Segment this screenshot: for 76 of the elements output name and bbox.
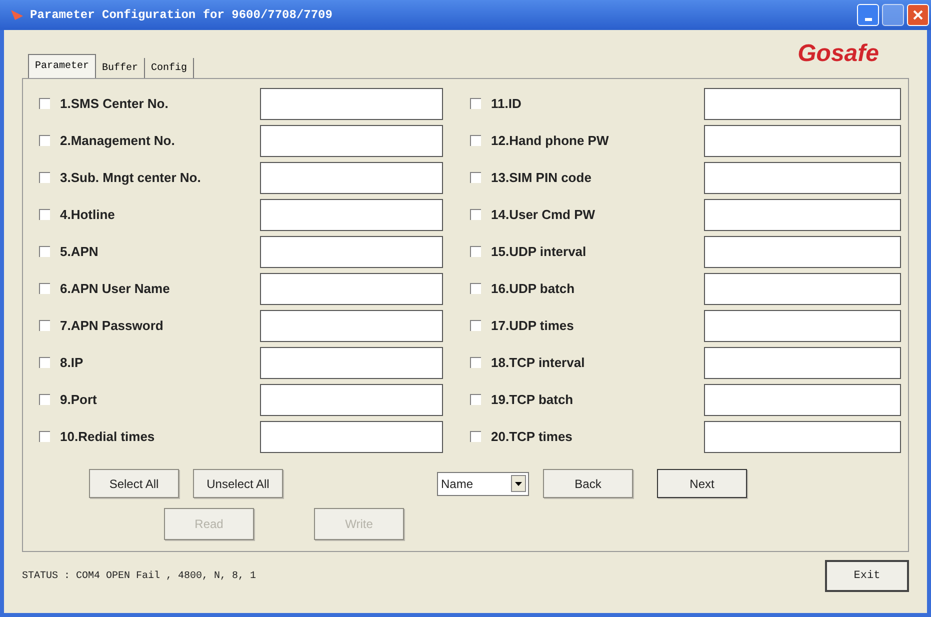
field-label: 8.IP — [60, 354, 84, 372]
dropdown[interactable]: Name — [437, 472, 529, 496]
input-field[interactable] — [704, 124, 901, 156]
window-title: Parameter Configuration for 9600/7708/7709 — [30, 7, 332, 24]
checkbox[interactable] — [470, 172, 481, 183]
input-field[interactable] — [704, 420, 901, 452]
field-label: 5.APN — [60, 242, 100, 261]
input-field[interactable] — [704, 310, 901, 342]
input-field[interactable] — [704, 88, 901, 120]
close-icon — [913, 10, 923, 20]
status-text: STATUS : COM4 OPEN Fail , 4800, N, 8, 1 — [22, 570, 256, 584]
checkbox[interactable] — [470, 246, 481, 257]
button[interactable]: Back — [543, 469, 633, 498]
button[interactable]: Unselect All — [193, 469, 283, 498]
field-label: 2.Management No. — [60, 132, 176, 150]
minimize-button[interactable] — [857, 4, 879, 26]
input-field[interactable] — [704, 346, 901, 378]
input-field[interactable] — [704, 236, 901, 268]
field-label: 7.APN Password — [60, 316, 164, 335]
field-label: 16.UDP batch — [491, 280, 576, 298]
checkbox[interactable] — [39, 246, 50, 257]
checkbox[interactable] — [39, 357, 50, 368]
checkbox[interactable] — [39, 98, 50, 109]
tab[interactable]: Parameter — [28, 54, 96, 78]
field-label: 1.SMS Center No. — [60, 94, 170, 113]
input-field[interactable] — [260, 124, 443, 156]
field-label: 11.ID — [491, 94, 522, 113]
field-label: 12.Hand phone PW — [491, 132, 610, 150]
field-label: 4.Hotline — [60, 206, 116, 224]
input-field[interactable] — [704, 198, 901, 230]
field-label: 9.Port — [60, 390, 98, 409]
checkbox[interactable] — [39, 431, 50, 442]
field-label: 19.TCP batch — [491, 390, 574, 409]
checkbox[interactable] — [470, 394, 481, 405]
maximize-button[interactable] — [882, 4, 904, 26]
input-field[interactable] — [260, 88, 443, 120]
input-field[interactable] — [260, 198, 443, 230]
input-field[interactable] — [704, 162, 901, 194]
field-label: 18.TCP interval — [491, 354, 586, 372]
checkbox[interactable] — [39, 209, 50, 220]
checkbox[interactable] — [39, 172, 50, 183]
button[interactable]: Select All — [89, 469, 179, 498]
input-field[interactable] — [260, 236, 443, 268]
input-field[interactable] — [704, 384, 901, 416]
field-label: 15.UDP interval — [491, 242, 588, 261]
checkbox[interactable] — [470, 431, 481, 442]
input-field[interactable] — [260, 420, 443, 452]
input-field[interactable] — [260, 272, 443, 304]
input-field[interactable] — [260, 384, 443, 416]
exit-button[interactable]: Exit — [825, 560, 909, 592]
caret-icon — [511, 475, 526, 492]
input-field[interactable] — [260, 162, 443, 194]
checkbox[interactable] — [470, 209, 481, 220]
field-label: 3.Sub. Mngt center No. — [60, 168, 202, 187]
field-label: 13.SIM PIN code — [491, 168, 592, 187]
field-label: 6.APN User Name — [60, 280, 171, 298]
field-label: 14.User Cmd PW — [491, 206, 596, 224]
checkbox[interactable] — [39, 135, 50, 146]
app-icon — [10, 9, 24, 21]
field-label: 20.TCP times — [491, 428, 574, 446]
checkbox[interactable] — [39, 394, 50, 405]
checkbox[interactable] — [470, 135, 481, 146]
checkbox[interactable] — [470, 320, 481, 331]
input-field[interactable] — [704, 272, 901, 304]
checkbox[interactable] — [470, 357, 481, 368]
input-field[interactable] — [260, 310, 443, 342]
button[interactable]: Next — [657, 469, 747, 498]
input-field[interactable] — [260, 346, 443, 378]
field-label: 17.UDP times — [491, 316, 575, 335]
checkbox[interactable] — [39, 320, 50, 331]
field-label: 10.Redial times — [60, 428, 156, 446]
checkbox[interactable] — [39, 283, 50, 294]
close-button[interactable] — [907, 4, 929, 26]
checkbox[interactable] — [470, 283, 481, 294]
checkbox[interactable] — [470, 98, 481, 109]
logo: Gosafe — [798, 39, 879, 69]
